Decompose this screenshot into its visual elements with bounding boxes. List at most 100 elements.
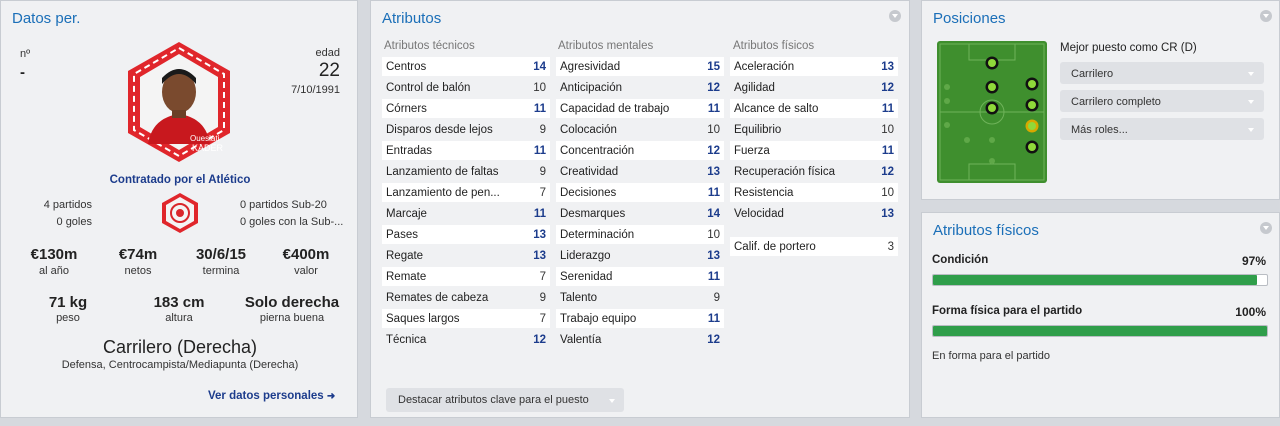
attribute-row[interactable]: Lanzamiento de faltas 9: [382, 162, 550, 181]
link-label[interactable]: Ver datos personales: [208, 390, 324, 402]
attribute-row[interactable]: Entradas 11: [382, 141, 550, 160]
highlight-key-attributes-button[interactable]: Destacar atributos clave para el puesto: [386, 388, 624, 412]
attr-value: 13: [707, 249, 720, 262]
attribute-row[interactable]: Agilidad 12: [730, 78, 898, 97]
attr-value: 14: [533, 60, 546, 73]
attr-value: 9: [539, 123, 546, 136]
attr-value: 13: [533, 249, 546, 262]
attribute-row[interactable]: Valentía 12: [556, 330, 724, 349]
attribute-row[interactable]: Velocidad 13: [730, 204, 898, 223]
attr-value: 9: [713, 291, 720, 304]
attribute-row[interactable]: Concentración 12: [556, 141, 724, 160]
attribute-row[interactable]: Lanzamiento de pen... 7: [382, 183, 550, 202]
attribute-row[interactable]: Aceleración 13: [730, 57, 898, 76]
attr-value: 11: [533, 102, 546, 115]
attr-value: 12: [707, 333, 720, 346]
attribute-row[interactable]: Saques largos 7: [382, 309, 550, 328]
attribute-row[interactable]: Recuperación física 12: [730, 162, 898, 181]
fitness-fill: [933, 326, 1267, 336]
attribute-row[interactable]: Colocación 10: [556, 120, 724, 139]
attribute-row[interactable]: Liderazgo 13: [556, 246, 724, 265]
attr-value: 12: [707, 81, 720, 94]
attr-value: 13: [533, 228, 546, 241]
fitness-label: Forma física para el partido: [932, 305, 1083, 317]
attr-name: Serenidad: [560, 270, 613, 283]
attr-name: Entradas: [386, 144, 433, 157]
attribute-row[interactable]: Disparos desde lejos 9: [382, 120, 550, 139]
attr-name: Anticipación: [560, 81, 623, 94]
collapse-icon[interactable]: [889, 10, 901, 22]
attr-value: 10: [533, 81, 546, 94]
attribute-row[interactable]: Marcaje 11: [382, 204, 550, 223]
attr-name: Calif. de portero: [734, 240, 816, 253]
collapse-icon[interactable]: [1260, 10, 1272, 22]
attribute-row[interactable]: Equilibrio 10: [730, 120, 898, 139]
role-option-carrilero-completo[interactable]: Carrilero completo: [1060, 90, 1264, 112]
net-label: netos: [124, 265, 152, 277]
attr-name: Centros: [386, 60, 427, 73]
attribute-row[interactable]: Agresividad 15: [556, 57, 724, 76]
attr-value: 3: [887, 240, 894, 253]
view-personal-link[interactable]: Ver datos personales ➜: [208, 390, 335, 402]
attribute-row[interactable]: Centros 14: [382, 57, 550, 76]
attr-name: Velocidad: [734, 207, 784, 220]
attr-name: Pases: [386, 228, 418, 241]
attribute-row[interactable]: Determinación 10: [556, 225, 724, 244]
attr-value: 7: [539, 270, 546, 283]
attribute-row[interactable]: Control de balón 10: [382, 78, 550, 97]
physical-header: Atributos físicos: [733, 40, 815, 52]
attribute-row[interactable]: Resistencia 10: [730, 183, 898, 202]
attribute-row[interactable]: Anticipación 12: [556, 78, 724, 97]
contract-status[interactable]: Contratado por el Atlético: [60, 174, 300, 186]
attr-name: Lanzamiento de faltas: [386, 165, 499, 178]
attribute-row[interactable]: Remate 7: [382, 267, 550, 286]
goalkeeper-rating-row: Calif. de portero 3: [730, 237, 898, 256]
attribute-row[interactable]: Decisiones 11: [556, 183, 724, 202]
photo-caption-1: Oueslati: [190, 134, 220, 143]
attr-name: Técnica: [386, 333, 427, 346]
attribute-row[interactable]: Fuerza 11: [730, 141, 898, 160]
attr-name: Capacidad de trabajo: [560, 102, 670, 115]
attribute-row[interactable]: Pases 13: [382, 225, 550, 244]
collapse-icon[interactable]: [1260, 222, 1272, 234]
foot-value: Solo derecha: [244, 294, 340, 311]
attribute-row[interactable]: Talento 9: [556, 288, 724, 307]
role-option-more-roles[interactable]: Más roles...: [1060, 118, 1264, 140]
attr-value: 11: [881, 144, 894, 157]
attribute-row[interactable]: Serenidad 11: [556, 267, 724, 286]
number-value: -: [20, 64, 25, 81]
panel-title: Atributos físicos: [933, 222, 1039, 239]
attribute-row[interactable]: Regate 13: [382, 246, 550, 265]
contract-end-label: termina: [202, 265, 240, 277]
condition-value: 97%: [1241, 254, 1266, 268]
attr-value: 11: [533, 207, 546, 220]
best-role-label: Mejor puesto como CR (D): [1060, 42, 1197, 54]
photo-caption-2: KADER: [192, 143, 224, 153]
number-label: nº: [20, 48, 31, 60]
attribute-row[interactable]: Remates de cabeza 9: [382, 288, 550, 307]
attribute-row[interactable]: Desmarques 14: [556, 204, 724, 223]
attr-name: Decisiones: [560, 186, 617, 199]
attr-name: Disparos desde lejos: [386, 123, 493, 136]
height-label: altura: [165, 312, 193, 324]
attr-value: 13: [881, 207, 894, 220]
attr-name: Lanzamiento de pen...: [386, 186, 500, 199]
attribute-row[interactable]: Capacidad de trabajo 11: [556, 99, 724, 118]
goals-count: 0 goles: [56, 216, 92, 228]
positions-list: Defensa, Centrocampista/Mediapunta (Dere…: [61, 359, 299, 371]
fitness-bar: [932, 325, 1268, 337]
attribute-row[interactable]: Creatividad 13: [556, 162, 724, 181]
attr-value: 11: [707, 312, 720, 325]
salary-label: al año: [39, 265, 69, 277]
attribute-row[interactable]: Técnica 12: [382, 330, 550, 349]
net-value: €74m: [118, 246, 158, 263]
apps-count: 4 partidos: [43, 199, 92, 211]
attr-value: 12: [533, 333, 546, 346]
attribute-row[interactable]: Alcance de salto 11: [730, 99, 898, 118]
role-option-carrilero[interactable]: Carrilero: [1060, 62, 1264, 84]
birthdate: 7/10/1991: [291, 84, 340, 96]
attribute-row[interactable]: Trabajo equipo 11: [556, 309, 724, 328]
attribute-row[interactable]: Córners 11: [382, 99, 550, 118]
attr-name: Remate: [386, 270, 427, 283]
attr-value: 11: [707, 186, 720, 199]
